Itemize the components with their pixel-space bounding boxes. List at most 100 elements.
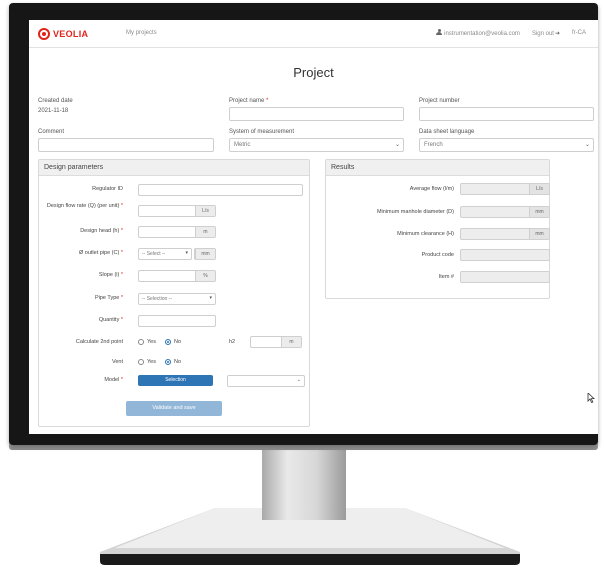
model-label: Model * [43,377,123,383]
clearance-label: Minimum clearance (H) [397,231,454,237]
design-head-label-text: Design head (h) [80,228,120,234]
desktop-scene: VEOLIA My projects instrumentation@veoli… [0,0,604,576]
chevron-down-icon: ▾ [185,250,188,256]
project-name-input[interactable] [229,107,404,121]
user-menu: instrumentation@veolia.com Sign out➜ fr-… [436,29,586,37]
h2-input[interactable]: m [250,336,302,348]
head-unit: m [195,227,215,237]
monitor-bezel: VEOLIA My projects instrumentation@veoli… [9,3,598,445]
h2-label: h2 [229,339,236,345]
h2-unit: m [281,337,301,347]
required-mark: * [120,317,123,323]
slope-input[interactable]: % [138,270,216,282]
outlet-pipe-label-text: Ø outlet pipe (C) [78,250,120,256]
vent-yes-radio[interactable] [138,359,144,365]
measurement-label: System of measurement [229,129,295,135]
datasheet-language-label: Data sheet language [419,129,475,135]
project-number-label: Project number [419,98,460,104]
pipe-type-label: Pipe Type * [43,295,123,301]
average-flow-output: L/s [460,183,550,195]
required-mark: * [266,98,269,104]
brand-logo[interactable]: VEOLIA [38,28,88,40]
model-label-text: Model [104,377,120,383]
flow-unit: L/s [195,206,215,216]
design-flow-input[interactable]: L/s [138,205,216,217]
second-point-no-radio[interactable] [165,339,171,345]
chevron-down-icon: ▾ [209,295,212,301]
design-parameters-panel: Design parameters Regulator ID Design fl… [38,159,310,427]
product-code-label: Product code [421,252,454,258]
pipe-type-select[interactable]: -- Selection -- ▾ [138,293,216,305]
required-mark: * [120,295,123,301]
results-panel: Results Average flow (l/m) L/s Minimum m… [325,159,550,299]
created-date-value: 2021-11-18 [38,108,69,114]
outlet-pipe-placeholder: -- Select -- [142,251,166,257]
chevron-down-icon: ⌄ [296,377,301,383]
avg-flow-unit: L/s [529,184,549,194]
required-mark: * [120,228,123,234]
project-number-input[interactable] [419,107,594,121]
logo-text: VEOLIA [53,29,89,39]
comment-input[interactable] [38,138,214,152]
measurement-value: Metric [234,142,251,148]
chevron-down-icon: ⌄ [394,142,400,148]
comment-label: Comment [38,129,65,135]
outlet-unit-box: mm [194,248,216,260]
monitor-screen: VEOLIA My projects instrumentation@veoli… [29,20,598,434]
pipe-type-label-text: Pipe Type [94,295,120,301]
user-email: instrumentation@veolia.com [444,31,520,37]
model-select[interactable]: ⌄ [227,375,305,387]
slope-label: Slope (i) * [43,272,123,278]
design-head-label: Design head (h) * [43,228,123,234]
item-number-output [460,271,550,283]
slope-unit: % [195,271,215,281]
quantity-label-text: Quantity [98,317,120,323]
sign-out-link[interactable]: Sign out➜ [532,30,560,37]
quantity-label: Quantity * [43,317,123,323]
average-flow-label: Average flow (l/m) [409,186,454,192]
design-parameters-title: Design parameters [39,160,309,176]
required-mark: * [120,377,123,383]
manhole-diameter-output: mm [460,206,550,218]
vent-no-radio[interactable] [165,359,171,365]
project-name-label-text: Project name [229,98,265,104]
model-selection-button[interactable]: Selection [138,375,213,386]
manhole-diameter-label: Minimum manhole diameter (D) [376,209,454,215]
quantity-input[interactable] [138,315,216,327]
clearance-output: mm [460,228,550,240]
item-number-label: Item # [438,274,454,280]
monitor-neck [262,450,346,520]
outlet-unit: mm [195,249,215,259]
design-flow-label-text: Design flow rate (Q) (per unit) [46,203,120,209]
slope-label-text: Slope (i) [98,272,120,278]
design-head-input[interactable]: m [138,226,216,238]
nav-link-my-projects[interactable]: My projects [126,30,157,36]
mouse-cursor-icon [587,393,595,403]
created-date-label: Created date [38,98,73,104]
outlet-pipe-select[interactable]: -- Select -- ▾ [138,248,192,260]
required-mark: * [120,250,123,256]
second-point-label: Calculate 2nd point [75,339,123,345]
regulator-id-input[interactable] [138,184,303,196]
results-title: Results [326,160,549,176]
language-switch[interactable]: fr-CA [572,30,586,36]
project-name-label: Project name * [229,98,268,104]
product-code-output [460,249,550,261]
sign-out-label: Sign out [531,30,554,37]
design-flow-label: Design flow rate (Q) (per unit) * [43,203,123,209]
veolia-logo-icon [38,28,50,40]
measurement-select[interactable]: Metric ⌄ [229,138,404,152]
outlet-pipe-label: Ø outlet pipe (C) * [43,250,123,256]
datasheet-language-value: French [424,142,443,148]
vent-no-label: No [174,359,182,365]
validate-save-button[interactable]: Validate and save [126,401,222,416]
vent-yes-label: Yes [147,359,156,365]
second-point-no-label: No [174,339,182,345]
datasheet-language-select[interactable]: French ⌄ [419,138,594,152]
chevron-down-icon: ⌄ [584,142,590,148]
page-title: Project [293,65,334,80]
regulator-id-label: Regulator ID [92,186,123,192]
vent-label: Vent [111,359,123,365]
second-point-yes-radio[interactable] [138,339,144,345]
user-account[interactable]: instrumentation@veolia.com [436,29,520,37]
